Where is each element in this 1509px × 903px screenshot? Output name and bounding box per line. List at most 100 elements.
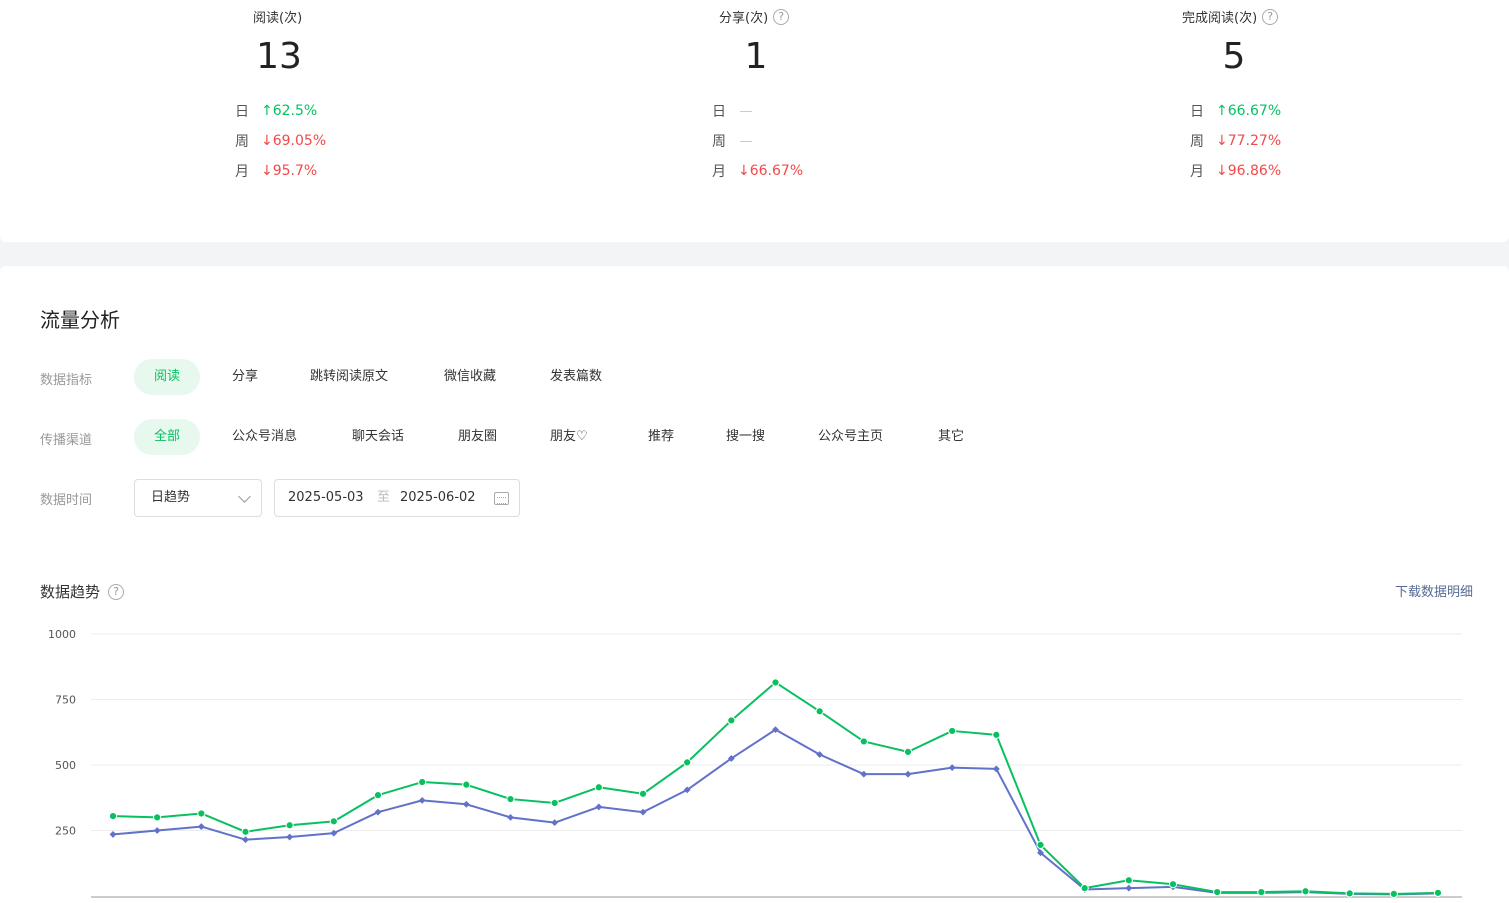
metric-chip-1[interactable]: 分享 [212,359,278,395]
trend-period-label: 日 [712,104,726,120]
help-icon[interactable]: ? [108,583,125,600]
arrow-down-icon: ↓ [261,133,273,149]
data-point [197,809,206,818]
trend-period-label: 周 [235,134,249,150]
data-point [594,783,603,792]
date-end[interactable]: 2025-06-02 [400,480,476,516]
stat-trend-row: 周 [712,131,752,151]
data-point [815,707,824,716]
data-point [1433,888,1443,897]
data-point [771,678,780,687]
metric-chip-3[interactable]: 微信收藏 [424,359,516,395]
y-tick-label: 500 [55,759,76,772]
channel-chip-0[interactable]: 全部 [134,419,201,455]
date-start[interactable]: 2025-05-03 [288,480,364,516]
data-point [197,823,205,830]
channel-chip-1[interactable]: 公众号消息 [212,419,317,455]
trend-period-label: 周 [1190,134,1204,150]
data-point [1080,884,1089,893]
trend-change-value: 95.7% [272,163,318,179]
metric-row-label: 数据指标 [40,373,93,388]
metric-chip-4[interactable]: 发表篇数 [530,359,622,395]
stat-title: 阅读(次) [253,7,302,26]
trend-period-label: 月 [1190,164,1204,180]
trend-line-chart: 1000 750 500 250 [48,628,1462,899]
data-point [550,798,559,808]
data-point [1124,876,1133,885]
trend-change-value: 66.67% [749,163,804,179]
data-point [595,803,603,811]
arrow-down-icon: ↓ [1216,133,1228,149]
data-point [286,833,294,841]
help-icon[interactable]: ? [1262,8,1279,25]
data-point [639,808,647,816]
data-point [418,777,427,787]
arrow-down-icon: ↓ [261,163,273,179]
data-point [1168,880,1178,889]
channel-chip-3[interactable]: 朋友圈 [438,419,517,455]
data-point [1125,884,1133,892]
chevron-down-icon [238,490,251,503]
channel-chip-4[interactable]: 朋友♡ [530,419,608,455]
trend-period-label: 日 [235,104,249,120]
data-point [1036,840,1045,850]
no-data-dash [740,140,752,142]
stat-trend-row: 日 [712,101,752,121]
arrow-up-icon: ↑ [261,103,273,119]
y-tick-label: 1000 [48,628,76,641]
data-point [551,819,559,827]
metric-chip-0[interactable]: 阅读 [134,359,201,395]
channel-chip-5[interactable]: 推荐 [628,419,694,455]
stat-title-text: 分享(次) [719,11,769,26]
trend-period-label: 月 [712,164,726,180]
channel-chip-6[interactable]: 搜一搜 [706,419,785,455]
channel-row-label: 传播渠道 [40,433,93,448]
data-point [373,791,383,800]
data-point [462,800,470,808]
data-point [462,780,471,789]
stat-title-text: 阅读(次) [253,11,303,26]
y-tick-label: 250 [55,825,76,838]
channel-chip-7[interactable]: 公众号主页 [798,419,903,455]
data-point [683,758,692,767]
stat-title: 完成阅读(次)? [1182,7,1279,26]
calendar-icon[interactable] [494,492,509,505]
granularity-select[interactable]: 日趋势 [134,479,262,517]
data-point [242,836,249,844]
data-point [859,737,868,746]
trend-change-value: 66.67% [1227,103,1282,119]
data-point [507,814,514,821]
download-details-link[interactable]: 下载数据明细 [1395,581,1473,600]
arrow-down-icon: ↓ [1216,163,1228,179]
stat-trend-row: 周 ↓ 77.27% [1190,131,1281,151]
series-line-0 [112,681,1439,895]
date-separator: 至 [377,490,391,505]
data-point [329,817,338,826]
series-line-1 [112,728,1439,896]
channel-chip-8[interactable]: 其它 [918,419,984,455]
data-point [108,811,118,821]
trend-change-value: 69.05% [272,133,327,149]
trend-change-value: 62.5% [272,103,318,119]
y-tick-label: 750 [55,694,76,707]
stat-value: 13 [256,36,302,77]
trend-period-label: 月 [235,164,249,180]
arrow-down-icon: ↓ [738,163,750,179]
trend-period-label: 周 [712,134,726,150]
channel-chip-2[interactable]: 聊天会话 [332,419,424,455]
date-range-picker[interactable]: 2025-05-03 至 2025-06-02 [274,479,520,517]
data-point [285,821,294,830]
data-point [418,796,426,804]
data-point [153,827,161,834]
data-point [948,726,957,736]
data-point [1389,889,1398,899]
metric-chip-2[interactable]: 跳转阅读原文 [290,359,408,395]
data-point [992,730,1001,739]
help-icon[interactable]: ? [773,8,790,25]
data-point [904,770,912,778]
data-point [374,808,382,816]
trend-title: 数据趋势 ? [40,581,125,602]
data-point [1257,887,1266,897]
stat-trend-row: 月 ↓ 95.7% [235,161,317,181]
stat-trend-row: 日 ↑ 66.67% [1190,101,1281,121]
